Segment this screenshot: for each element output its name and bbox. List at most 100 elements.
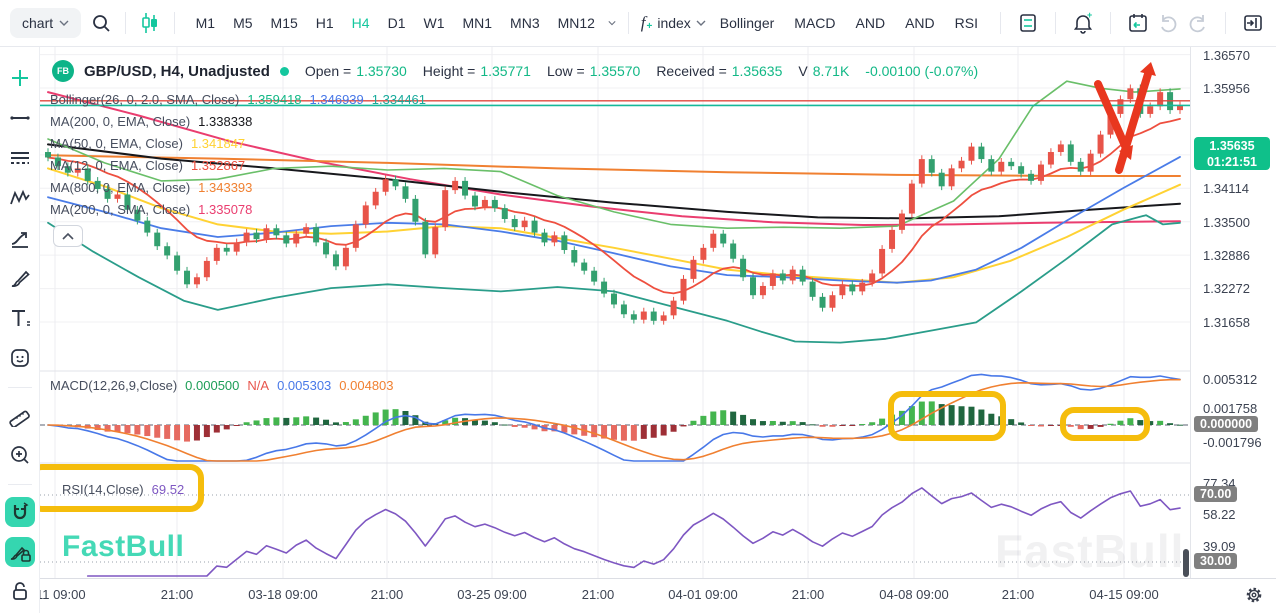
- trading-platform: chart M1M5M15H1H4D1W1MN1MN3MN12 f+ index: [0, 0, 1276, 613]
- time-tick-4: 03-25 09:00: [457, 587, 526, 602]
- macd-histogram-highlight-2: [1060, 407, 1150, 441]
- measure-tool[interactable]: [5, 400, 35, 430]
- index-label: index: [657, 15, 690, 31]
- toolbar-divider: [628, 12, 629, 34]
- quote-item-4: V8.71K: [798, 63, 849, 79]
- time-axis[interactable]: 3-11 09:0021:0003-18 09:0021:0003-25 09:…: [40, 578, 1276, 613]
- pattern-tool[interactable]: [5, 183, 35, 213]
- timeframe-m15[interactable]: M15: [262, 15, 307, 31]
- timeframe-m1[interactable]: M1: [187, 15, 224, 31]
- brush-lock-tool[interactable]: [5, 537, 35, 567]
- trend-line-tool[interactable]: [5, 103, 35, 133]
- candlestick-style-button[interactable]: [138, 8, 162, 38]
- rsi-legend-highlight: [28, 464, 204, 512]
- timeframes-more-chevron-icon[interactable]: [608, 20, 616, 26]
- price-tick-6: 1.32272: [1203, 281, 1250, 296]
- add-plus-tool[interactable]: [5, 63, 35, 93]
- time-tick-10: 04-15 09:00: [1089, 587, 1158, 602]
- overlay-legend-5[interactable]: MA(200, 0, SMA, Close)1.335078: [50, 202, 252, 217]
- magnet-tool[interactable]: [5, 497, 35, 527]
- macd-tick-1: 0.001758: [1203, 401, 1257, 416]
- indicator-button-macd-1[interactable]: MACD: [784, 15, 845, 31]
- chart-type-dropdown[interactable]: chart: [10, 8, 81, 38]
- quote-item-5: -0.00100 (-0.07%): [865, 63, 978, 79]
- overlay-legend-1[interactable]: MA(200, 0, EMA, Close)1.338338: [50, 114, 252, 129]
- timeframe-h4[interactable]: H4: [343, 15, 379, 31]
- fastbull-watermark-green: FastBull: [62, 530, 184, 564]
- collapse-legends-button[interactable]: [53, 225, 83, 247]
- undo-button[interactable]: [1153, 8, 1183, 38]
- indicator-button-and-3[interactable]: AND: [895, 15, 945, 31]
- gear-icon: [1245, 586, 1263, 604]
- time-tick-9: 21:00: [1002, 587, 1035, 602]
- quote-values: Open =1.35730 Height =1.35771 Low =1.35570…: [305, 63, 978, 79]
- search-button[interactable]: [89, 8, 113, 38]
- timeframe-group: M1M5M15H1H4D1W1MN1MN3MN12: [187, 15, 604, 31]
- symbol-legend: FB GBP/USD, H4, Unadjusted Open =1.35730…: [52, 60, 978, 82]
- alert-button[interactable]: +: [1068, 8, 1098, 38]
- overlay-legend-4[interactable]: MA(800, 0, EMA, Close)1.343393: [50, 180, 252, 195]
- sidebar-divider: [8, 387, 32, 388]
- brush-tool[interactable]: [5, 263, 35, 293]
- quote-item-2: Low =1.35570: [547, 63, 640, 79]
- rsi-tick-2: 58.22: [1203, 507, 1236, 522]
- sidebar-divider: [8, 484, 32, 485]
- symbol-title[interactable]: GBP/USD, H4, Unadjusted: [84, 63, 270, 80]
- chart-scrollbar-handle[interactable]: [1183, 549, 1189, 577]
- price-tick-7: 1.31658: [1203, 315, 1250, 330]
- timeframe-m5[interactable]: M5: [224, 15, 261, 31]
- search-icon: [91, 13, 111, 33]
- timeframe-d1[interactable]: D1: [379, 15, 415, 31]
- text-tool[interactable]: [5, 303, 35, 333]
- time-tick-2: 03-18 09:00: [248, 587, 317, 602]
- sticker-tool[interactable]: [5, 343, 35, 373]
- overlay-legend-3[interactable]: MA(12, 0, EMA, Close)1.352867: [50, 158, 245, 173]
- timeframe-mn3[interactable]: MN3: [501, 15, 549, 31]
- zoom-in-tool[interactable]: [5, 440, 35, 470]
- svg-text:+: +: [1087, 12, 1092, 20]
- rsi-tick-3: 39.09: [1203, 539, 1236, 554]
- indicator-button-bollinger-0[interactable]: Bollinger: [710, 15, 784, 31]
- time-tick-6: 04-01 09:00: [668, 587, 737, 602]
- quote-item-1: Height =1.35771: [423, 63, 531, 79]
- macd-tick-3: -0.001796: [1203, 435, 1262, 450]
- layout-panels-button[interactable]: [1013, 8, 1043, 38]
- indicator-button-and-2[interactable]: AND: [846, 15, 896, 31]
- macd-legend[interactable]: MACD(12,26,9,Close)0.000500N/A0.0053030.…: [50, 378, 394, 393]
- fx-icon: f: [641, 13, 646, 33]
- overlay-legend-0[interactable]: Bollinger(26, 0, 2.0, SMA, Close)1.35941…: [50, 92, 426, 107]
- timeframe-mn1[interactable]: MN1: [453, 15, 501, 31]
- undo-icon: [1158, 13, 1178, 33]
- alert-bell-icon: +: [1072, 12, 1094, 34]
- panels-icon: [1018, 13, 1038, 33]
- time-tick-1: 21:00: [161, 587, 194, 602]
- indicators-dropdown[interactable]: f+ index: [641, 13, 706, 33]
- time-tick-5: 21:00: [582, 587, 615, 602]
- replay-button[interactable]: [1123, 8, 1153, 38]
- chart-type-label: chart: [22, 15, 53, 31]
- collapse-panel-icon: [1243, 13, 1263, 33]
- unlock-tool[interactable]: [5, 577, 35, 607]
- overlay-legend-2[interactable]: MA(50, 0, EMA, Close)1.341847: [50, 136, 245, 151]
- quote-item-3: Received =1.35635: [656, 63, 782, 79]
- top-toolbar: chart M1M5M15H1H4D1W1MN1MN3MN12 f+ index: [0, 0, 1276, 47]
- live-dot-icon: [280, 67, 289, 76]
- price-tick-5: 1.32886: [1203, 248, 1250, 263]
- indicator-button-rsi-4[interactable]: RSI: [945, 15, 988, 31]
- axis-settings-button[interactable]: [1245, 586, 1263, 607]
- time-tick-7: 21:00: [792, 587, 825, 602]
- toolbar-divider: [174, 12, 175, 34]
- timeframe-h1[interactable]: H1: [307, 15, 343, 31]
- timeframe-w1[interactable]: W1: [414, 15, 453, 31]
- line-tools[interactable]: [5, 143, 35, 173]
- candlestick-icon: [140, 12, 160, 34]
- arrow-trend-tool[interactable]: [5, 223, 35, 253]
- quote-item-0: Open =1.35730: [305, 63, 407, 79]
- collapse-panel-button[interactable]: [1238, 8, 1268, 38]
- price-tick-1: 1.35956: [1203, 81, 1250, 96]
- chevron-up-icon: [61, 232, 75, 240]
- rsi-30-badge: 30.00: [1194, 553, 1237, 569]
- price-axis[interactable]: 1.365701.359561.347281.341141.335001.328…: [1190, 47, 1276, 578]
- timeframe-mn12[interactable]: MN12: [549, 15, 604, 31]
- redo-button[interactable]: [1183, 8, 1213, 38]
